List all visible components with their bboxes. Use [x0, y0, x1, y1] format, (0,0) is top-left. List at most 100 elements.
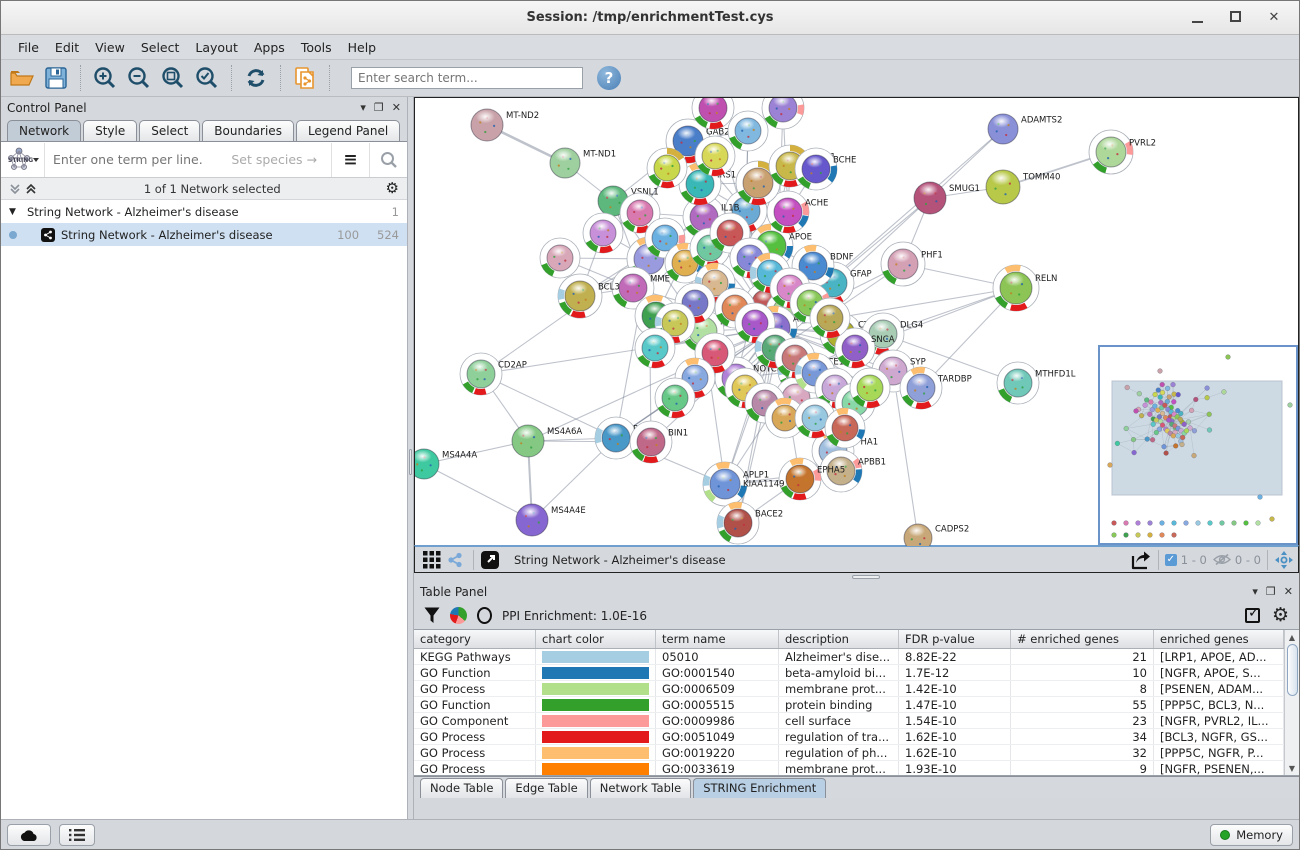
network-view[interactable]: MT-ND2MT-ND1VSNL1GAB2ADAMTS2PVRL2TOMM40S…	[414, 97, 1299, 545]
network-node[interactable]	[850, 368, 890, 408]
table-row[interactable]: GO FunctionGO:0005515protein binding1.47…	[414, 697, 1284, 713]
network-node[interactable]: MS4A4E	[516, 504, 586, 536]
network-node[interactable]: ACHE	[767, 191, 828, 233]
enrichment-chart-icon[interactable]	[450, 607, 467, 624]
tab-node-table[interactable]: Node Table	[420, 778, 503, 798]
table-row[interactable]: GO ProcessGO:0033619membrane prot...1.93…	[414, 761, 1284, 775]
refresh-button[interactable]	[241, 63, 271, 93]
network-node[interactable]	[695, 136, 735, 176]
menu-apps[interactable]: Apps	[247, 37, 292, 58]
network-node[interactable]: MT-ND1	[550, 148, 616, 178]
save-session-button[interactable]	[41, 63, 71, 93]
scroll-down-arrow[interactable]: ▼	[1289, 761, 1295, 775]
network-node[interactable]: MS4A4A	[415, 449, 477, 479]
network-node[interactable]: PVRL2	[1089, 130, 1156, 174]
search-input[interactable]	[351, 67, 583, 89]
network-node[interactable]	[635, 328, 675, 368]
select-terms-icon[interactable]	[1245, 608, 1260, 623]
column-header-term-name[interactable]: term name	[656, 630, 779, 648]
zoom-in-button[interactable]	[90, 63, 120, 93]
zoom-fit-button[interactable]	[158, 63, 188, 93]
network-node[interactable]	[647, 148, 687, 188]
table-row[interactable]: KEGG Pathways05010Alzheimer's dise...8.8…	[414, 649, 1284, 665]
network-node[interactable]: MT-ND2	[471, 109, 539, 141]
selected-check-icon[interactable]: ✓	[1165, 554, 1177, 566]
network-node[interactable]: BIN1	[630, 421, 688, 463]
network-node[interactable]: TOMM40	[986, 170, 1060, 204]
network-node[interactable]	[540, 238, 580, 278]
network-row[interactable]: String Network - Alzheimer's disease 100…	[1, 223, 407, 246]
tab-style[interactable]: Style	[83, 120, 137, 141]
network-node[interactable]: MTHFD1L	[997, 362, 1076, 404]
tree-expander-icon[interactable]: ▼	[9, 207, 21, 217]
string-query-input[interactable]	[45, 152, 231, 167]
close-panel-icon[interactable]: ✕	[1284, 585, 1293, 598]
tab-network[interactable]: Network	[7, 120, 81, 141]
tab-edge-table[interactable]: Edge Table	[505, 778, 587, 798]
network-from-file-button[interactable]	[290, 63, 320, 93]
menu-layout[interactable]: Layout	[188, 37, 245, 58]
string-protein-query-selector[interactable]: STRING	[1, 143, 45, 177]
splitter-handle[interactable]	[409, 449, 412, 475]
tab-boundaries[interactable]: Boundaries	[202, 120, 294, 141]
menu-select[interactable]: Select	[134, 37, 187, 58]
zoom-out-button[interactable]	[124, 63, 154, 93]
network-node[interactable]: CADPS2	[904, 524, 969, 546]
task-history-button[interactable]	[59, 824, 95, 846]
network-node[interactable]	[655, 378, 695, 418]
network-node[interactable]: BCHE	[795, 148, 856, 190]
birdseye-view[interactable]	[1098, 345, 1298, 545]
enrichment-settings-icon[interactable]: ⚙	[1272, 606, 1289, 625]
network-share-icon[interactable]	[447, 552, 463, 568]
network-node[interactable]: ADAMTS2	[988, 114, 1062, 144]
table-row[interactable]: GO ProcessGO:0051049regulation of tra...…	[414, 729, 1284, 745]
zoom-selected-button[interactable]	[192, 63, 222, 93]
scroll-up-arrow[interactable]: ▲	[1289, 630, 1295, 644]
network-node[interactable]: CD2AP	[460, 353, 527, 395]
memory-button[interactable]: Memory	[1210, 824, 1293, 846]
network-node[interactable]	[583, 213, 623, 253]
minimize-button[interactable]	[1190, 11, 1204, 25]
menu-edit[interactable]: Edit	[48, 37, 86, 58]
network-node[interactable]: SMUG1	[914, 182, 980, 214]
menu-view[interactable]: View	[88, 37, 132, 58]
float-panel-icon[interactable]: ❐	[1266, 585, 1276, 598]
table-vertical-scrollbar[interactable]: ▲ ▼	[1284, 630, 1299, 775]
network-node[interactable]: BACE2	[717, 502, 783, 544]
panel-menu-icon[interactable]: ▾	[1252, 585, 1258, 598]
table-row[interactable]: GO ProcessGO:0006509membrane prot...1.42…	[414, 681, 1284, 697]
tab-network-table[interactable]: Network Table	[590, 778, 691, 798]
network-node[interactable]	[810, 298, 850, 338]
string-options-button[interactable]: ≡	[331, 143, 369, 177]
column-header-FDR-p-value[interactable]: FDR p-value	[899, 630, 1011, 648]
network-node[interactable]: PHF1	[881, 242, 943, 286]
float-panel-icon[interactable]: ❐	[374, 101, 384, 114]
column-header-category[interactable]: category	[414, 630, 536, 648]
table-row[interactable]: GO ComponentGO:0009986cell surface1.54E-…	[414, 713, 1284, 729]
close-button[interactable]: ✕	[1267, 11, 1281, 25]
collapse-expand-icons[interactable]	[9, 183, 39, 195]
close-panel-icon[interactable]: ✕	[392, 101, 401, 114]
column-header-chart-color[interactable]: chart color	[536, 630, 656, 648]
panel-menu-icon[interactable]: ▾	[360, 101, 366, 114]
splitter-handle[interactable]	[852, 575, 880, 579]
birdseye-toggle-icon[interactable]	[1274, 550, 1294, 570]
cloud-button[interactable]	[7, 824, 51, 846]
table-row[interactable]: GO ProcessGO:0019220regulation of ph...1…	[414, 745, 1284, 761]
column-header-enriched-genes[interactable]: enriched genes	[1154, 630, 1284, 648]
string-search-button[interactable]	[369, 143, 407, 177]
hidden-eye-icon[interactable]	[1213, 553, 1231, 566]
open-in-window-icon[interactable]	[480, 550, 500, 570]
network-collection-row[interactable]: ▼ String Network - Alzheimer's disease 1	[1, 200, 407, 223]
grid-view-icon[interactable]	[423, 551, 441, 569]
tab-legend-panel[interactable]: Legend Panel	[296, 120, 400, 141]
remove-chart-icon[interactable]	[477, 607, 492, 624]
network-node[interactable]	[762, 98, 804, 129]
table-row[interactable]: GO FunctionGO:0001540beta-amyloid bi...1…	[414, 665, 1284, 681]
maximize-button[interactable]	[1230, 11, 1241, 22]
column-header--enriched-genes[interactable]: # enriched genes	[1011, 630, 1154, 648]
export-network-icon[interactable]	[1130, 550, 1152, 570]
network-node[interactable]	[728, 111, 768, 151]
network-panel-gear-icon[interactable]: ⚙	[386, 181, 399, 196]
tab-select[interactable]: Select	[139, 120, 200, 141]
